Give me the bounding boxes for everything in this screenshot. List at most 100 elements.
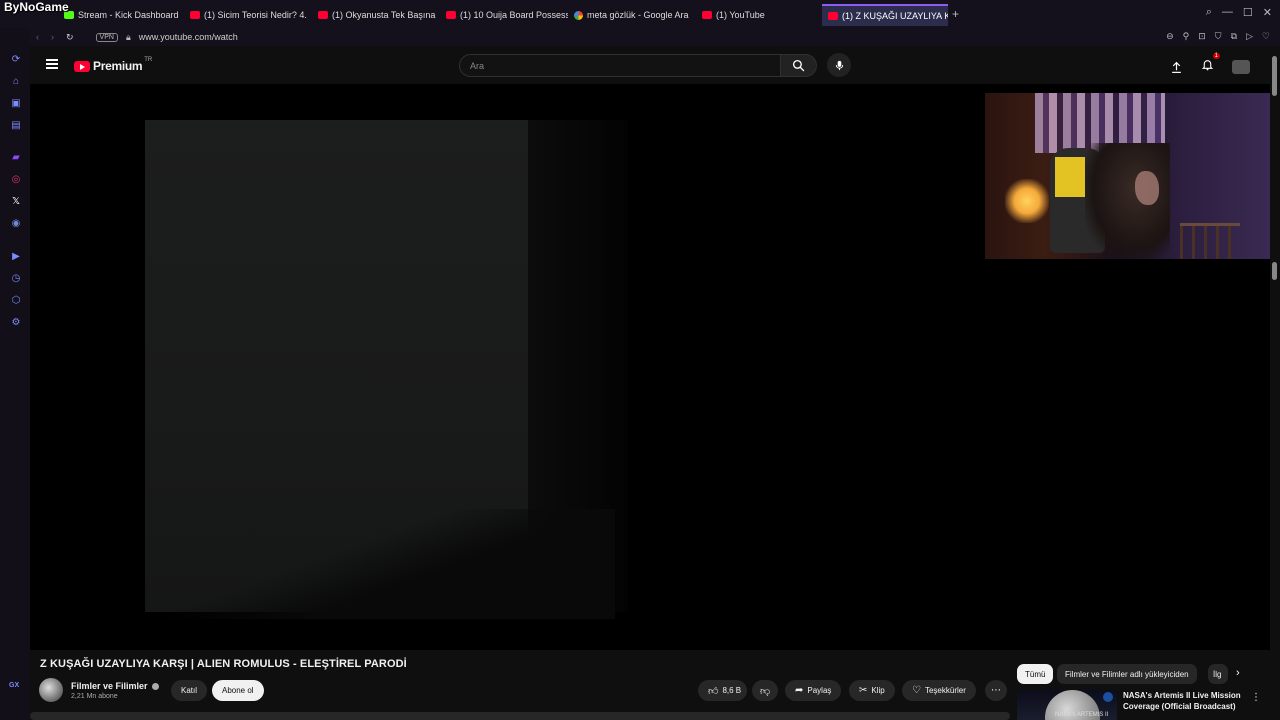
subscriber-count: 2,21 Mn abone <box>71 693 118 700</box>
chip-related[interactable]: İlg <box>1208 664 1228 684</box>
recommendation-title[interactable]: NASA's Artemis II Live Mission Coverage … <box>1123 690 1248 712</box>
tab-youtube-home[interactable]: (1) YouTube <box>696 4 822 26</box>
maximize-icon[interactable]: ☐ <box>1243 6 1253 19</box>
back-icon[interactable]: ‹ <box>36 32 39 43</box>
recommendation-menu-icon[interactable]: ⋮ <box>1251 692 1261 703</box>
nasa-logo-icon <box>1103 692 1113 702</box>
youtube-favicon-icon <box>828 12 838 20</box>
menu-icon[interactable] <box>46 59 58 69</box>
gx-control-icon[interactable]: ⟳ <box>10 54 22 66</box>
header-actions: 1 <box>1170 53 1250 76</box>
settings-gear-icon[interactable]: ⚙ <box>10 317 22 329</box>
dislike-button[interactable]: 👎︎ <box>752 680 779 701</box>
url-field[interactable]: www.youtube.com/watch <box>139 32 238 42</box>
scrollbar-thumb[interactable] <box>1272 56 1277 96</box>
extensions-icon[interactable]: ⧉ <box>1231 31 1237 42</box>
page-scrollbar[interactable] <box>1270 46 1280 720</box>
window-controls: ⌕ — ☐ ✕ <box>1206 6 1272 19</box>
address-bar-tools: ⊖ ⚲ ⊡ ⛉ ⧉ ▷ ♡ <box>1166 31 1270 42</box>
youtube-header: Premium TR Ara 1 <box>30 46 1270 84</box>
thumbnail-text: NASA's ARTEMIS II <box>1055 712 1109 718</box>
chip-all[interactable]: Tümü <box>1017 664 1054 684</box>
x-twitter-icon[interactable]: 𝕏 <box>10 196 22 208</box>
chip-label: İlg <box>1213 669 1222 679</box>
subscribe-button[interactable]: Abone ol <box>212 680 264 701</box>
clip-label: Klip <box>871 686 885 695</box>
gx-logo-icon[interactable]: GX <box>9 682 19 689</box>
heart-dollar-icon: ♡ <box>912 685 921 696</box>
notification-badge: 1 <box>1212 53 1220 59</box>
streamer-brand-overlay: ByNoGame <box>4 0 69 14</box>
channel-name: Filmler ve Filimler <box>71 681 148 691</box>
logo-wordmark: Premium <box>93 59 143 73</box>
share-button[interactable]: ➦ Paylaş <box>785 680 842 701</box>
account-avatar[interactable] <box>1232 60 1250 74</box>
bell-icon <box>1201 60 1214 71</box>
discord-icon[interactable]: ◉ <box>10 218 22 230</box>
chip-label: Tümü <box>1025 669 1046 679</box>
chip-from-uploader[interactable]: Filmler ve Filimler adlı yükleyiciden <box>1057 664 1197 684</box>
channel-name-link[interactable]: Filmler ve Filimler <box>71 681 159 691</box>
snapshot-icon[interactable]: ⊡ <box>1198 31 1206 42</box>
tab-ouija-board[interactable]: (1) 10 Ouija Board Possess <box>440 4 568 26</box>
youtube-favicon-icon <box>702 11 712 19</box>
tab-label: (1) Okyanusta Tek Başına <box>332 10 436 20</box>
new-tab-button[interactable]: + <box>952 7 959 21</box>
like-count: 8,6 B <box>722 686 742 695</box>
upload-icon[interactable] <box>1170 61 1183 74</box>
youtube-favicon-icon <box>190 11 200 19</box>
twitch-icon[interactable]: ▰ <box>10 152 22 164</box>
scissors-icon: ✂ <box>859 685 868 696</box>
video-title: Z KUŞAĞI UZAYLIYA KARŞI | ALIEN ROMULUS … <box>40 658 407 670</box>
chevron-right-icon[interactable]: › <box>1236 667 1240 679</box>
lock-icon[interactable]: 🔒︎ <box>126 32 131 43</box>
webcam-lamp <box>1005 179 1049 223</box>
zoom-icon[interactable]: ⊖ <box>1166 31 1174 42</box>
extensions-sidebar-icon[interactable]: ⬡ <box>10 295 22 307</box>
instagram-icon[interactable]: ◎ <box>10 174 22 186</box>
history-icon[interactable]: ◷ <box>10 273 22 285</box>
join-button[interactable]: Katıl <box>171 680 208 701</box>
player-icon[interactable]: ▷ <box>1246 31 1253 42</box>
share-label: Paylaş <box>807 686 832 695</box>
more-actions-button[interactable]: ⋯ <box>985 680 1007 701</box>
shield-icon[interactable]: ⛉ <box>1215 31 1222 42</box>
search-button[interactable] <box>781 54 817 77</box>
reload-icon[interactable]: ↻ <box>66 32 74 43</box>
webcam-chair-accent <box>1055 157 1085 197</box>
gx-store-icon[interactable]: ⌂ <box>10 76 22 88</box>
thanks-button[interactable]: ♡ Teşekkürler <box>902 680 976 701</box>
search-input[interactable]: Ara <box>459 54 781 77</box>
voice-search-button[interactable] <box>827 53 851 77</box>
minimize-icon[interactable]: — <box>1222 6 1233 19</box>
verified-check-icon <box>151 682 159 690</box>
player-sidebar-icon[interactable]: ▶ <box>10 251 22 263</box>
google-favicon-icon <box>574 10 583 20</box>
scrollbar-thumb-secondary[interactable] <box>1272 262 1277 280</box>
notifications-button[interactable]: 1 <box>1201 53 1220 76</box>
tab-google-search[interactable]: meta gözlük - Google Ara <box>568 4 696 26</box>
webcam-person <box>1085 143 1170 259</box>
tab-active-video[interactable]: (1) Z KUŞAĞI UZAYLIYA KA <box>822 4 948 26</box>
microphone-icon <box>835 60 843 70</box>
forward-icon[interactable]: › <box>51 32 54 43</box>
pin-icon[interactable]: ⚲ <box>1183 31 1190 42</box>
recommendation-thumbnail[interactable]: NASA's ARTEMIS II <box>1017 690 1117 720</box>
clip-button[interactable]: ✂ Klip <box>849 680 895 701</box>
gx-news-icon[interactable]: ▤ <box>10 120 22 132</box>
tab-okyanusta[interactable]: (1) Okyanusta Tek Başına <box>312 4 440 26</box>
tab-label: (1) Z KUŞAĞI UZAYLIYA KA <box>842 11 948 21</box>
tab-kick-dashboard[interactable]: Stream - Kick Dashboard <box>58 4 184 26</box>
tab-sicim-teorisi[interactable]: (1) Sicim Teorisi Nedir? 4. <box>184 4 312 26</box>
heart-icon[interactable]: ♡ <box>1262 31 1270 42</box>
gx-corner-icon[interactable]: ▣ <box>10 98 22 110</box>
like-button[interactable]: 👍︎ 8,6 B <box>698 680 748 701</box>
vpn-badge[interactable]: VPN <box>95 32 118 42</box>
youtube-premium-logo[interactable]: Premium TR <box>74 57 152 73</box>
webcam-face <box>1135 171 1159 205</box>
close-icon[interactable]: ✕ <box>1263 6 1272 19</box>
search-tabs-icon[interactable]: ⌕ <box>1206 6 1212 19</box>
tab-label: Stream - Kick Dashboard <box>78 10 179 20</box>
channel-avatar[interactable] <box>39 678 63 702</box>
subscribe-label: Abone ol <box>222 686 254 695</box>
